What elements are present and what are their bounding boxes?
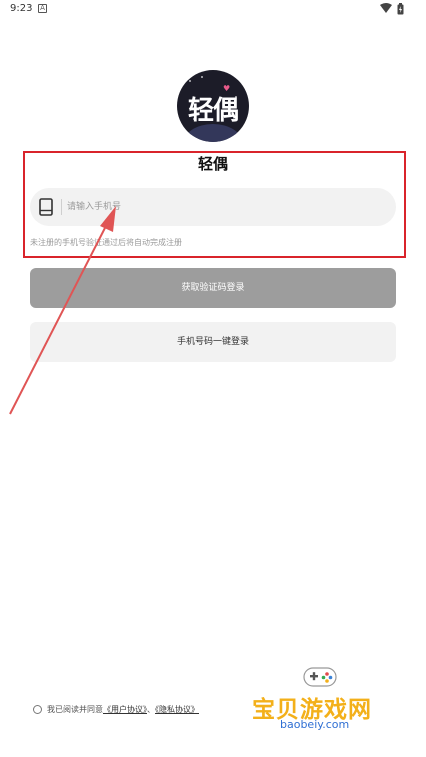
agreement-row: 我已阅读并同意《用户协议》、《隐私协议》: [33, 704, 199, 718]
battery-icon: [397, 3, 404, 15]
gamepad-icon: [300, 664, 340, 690]
watermark: 宝贝游戏网 baobeiy.com: [252, 660, 402, 752]
agreement-radio[interactable]: [33, 705, 42, 714]
get-code-login-button[interactable]: 获取验证码登录: [30, 268, 396, 308]
logo-text: 轻偶: [187, 96, 239, 126]
user-agreement-link[interactable]: 《用户协议》: [103, 705, 147, 714]
one-key-login-button[interactable]: 手机号码一键登录: [30, 322, 396, 362]
status-time: 9:23: [10, 3, 33, 14]
wifi-icon: [380, 3, 392, 13]
status-bar: 9:23 A: [0, 0, 426, 20]
agreement-prefix: 我已阅读并同意: [47, 705, 103, 714]
privacy-agreement-link[interactable]: 《隐私协议》: [155, 705, 199, 714]
annotation-highlight-box: [23, 151, 406, 258]
agreement-separator: 、: [147, 705, 155, 714]
app-logo: ♥ 轻偶: [177, 70, 249, 142]
watermark-site: baobeiy.com: [280, 718, 350, 731]
notification-a-icon: A: [38, 4, 47, 13]
